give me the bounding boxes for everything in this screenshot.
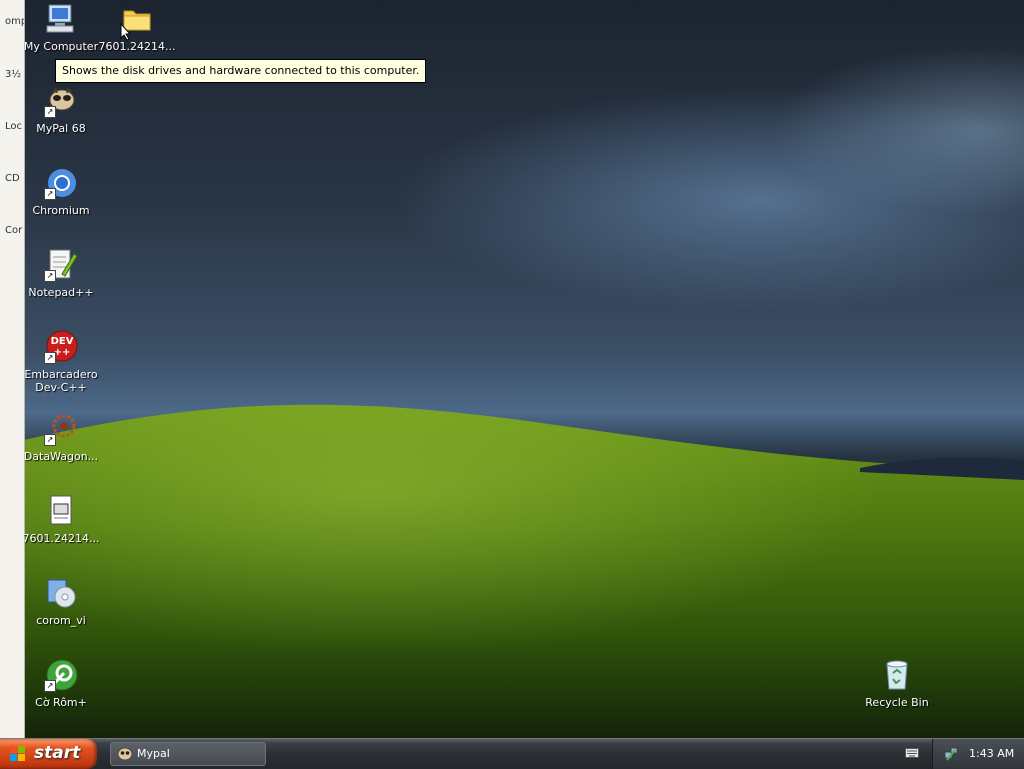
cotrom-icon: ↗ bbox=[44, 658, 78, 692]
mypal-icon bbox=[117, 747, 133, 761]
strip-item: Cor bbox=[5, 225, 23, 236]
svg-text:++: ++ bbox=[54, 347, 71, 358]
desktop-icon-chromium[interactable]: ↗ Chromium bbox=[21, 166, 101, 217]
start-button[interactable]: start bbox=[0, 739, 97, 769]
taskbar-item-label: Mypal bbox=[137, 747, 170, 760]
shortcut-arrow-icon: ↗ bbox=[44, 106, 56, 118]
icon-label: corom_vi bbox=[36, 614, 86, 627]
desktop-icon-my-computer[interactable]: My Computer bbox=[21, 2, 101, 53]
strip-item: 3½ bbox=[5, 69, 22, 80]
shortcut-arrow-icon: ↗ bbox=[44, 188, 56, 200]
shortcut-arrow-icon: ↗ bbox=[44, 680, 56, 692]
cd-installer-icon bbox=[44, 576, 78, 610]
desktop-icon-co-rom[interactable]: ↗ Cờ Rôm+ bbox=[21, 658, 101, 709]
icon-label: 7601.24214... bbox=[22, 532, 100, 545]
icon-label: Embarcadero Dev-C++ bbox=[24, 368, 98, 394]
icon-label: 7601.24214... bbox=[98, 40, 176, 53]
document-icon bbox=[44, 494, 78, 528]
icon-label: DataWagon... bbox=[23, 450, 99, 463]
mouse-cursor-icon bbox=[120, 23, 132, 41]
desktop-icon-document[interactable]: 7601.24214... bbox=[21, 494, 101, 545]
tooltip: Shows the disk drives and hardware conne… bbox=[55, 59, 427, 83]
desktop-icon-corom-vi[interactable]: corom_vi bbox=[21, 576, 101, 627]
devcpp-icon: DEV ++ ↗ bbox=[44, 330, 78, 364]
icon-label: Chromium bbox=[32, 204, 90, 217]
desktop-icon-devcpp[interactable]: DEV ++ ↗ Embarcadero Dev-C++ bbox=[21, 330, 101, 394]
network-icon[interactable] bbox=[943, 746, 959, 762]
windows-logo-icon bbox=[10, 746, 25, 761]
desktop-icon-recycle-bin[interactable]: Recycle Bin bbox=[857, 658, 937, 709]
svg-text:DEV: DEV bbox=[51, 336, 74, 347]
keyboard-icon[interactable] bbox=[905, 747, 919, 759]
recycle-bin-icon bbox=[880, 658, 914, 692]
shortcut-arrow-icon: ↗ bbox=[44, 434, 56, 446]
icon-label: Notepad++ bbox=[28, 286, 94, 299]
start-label: start bbox=[34, 743, 81, 763]
taskbar-item-mypal[interactable]: Mypal bbox=[110, 742, 266, 766]
taskbar: start Mypal 1:43 AM bbox=[0, 738, 1024, 769]
chromium-icon: ↗ bbox=[44, 166, 78, 200]
mypal-icon: ↗ bbox=[44, 84, 78, 118]
desktop-icon-notepad-plus-plus[interactable]: ↗ Notepad++ bbox=[21, 248, 101, 299]
wallpaper-hill bbox=[24, 404, 1024, 738]
computer-icon bbox=[44, 2, 78, 36]
icon-label: Recycle Bin bbox=[865, 696, 929, 709]
icon-label: Cờ Rôm+ bbox=[35, 696, 87, 709]
desktop-icon-folder[interactable]: 7601.24214... bbox=[97, 2, 177, 53]
shortcut-arrow-icon: ↗ bbox=[44, 270, 56, 282]
desktop-icon-mypal[interactable]: ↗ MyPal 68 bbox=[21, 84, 101, 135]
desktop-icon-datawagon[interactable]: ↗ DataWagon... bbox=[21, 412, 101, 463]
shortcut-arrow-icon: ↗ bbox=[44, 352, 56, 364]
clock[interactable]: 1:43 AM bbox=[969, 747, 1014, 760]
strip-item: Loc bbox=[5, 121, 23, 132]
icon-label: My Computer bbox=[23, 40, 99, 53]
desktop-background: omp 3½ Loc CD Cor My Computer 7601.24214… bbox=[0, 0, 1024, 738]
datawagon-icon: ↗ bbox=[44, 412, 78, 446]
system-tray: 1:43 AM bbox=[932, 739, 1024, 769]
strip-item: CD bbox=[5, 173, 20, 184]
notepad-plus-plus-icon: ↗ bbox=[44, 248, 78, 282]
icon-label: MyPal 68 bbox=[36, 122, 86, 135]
